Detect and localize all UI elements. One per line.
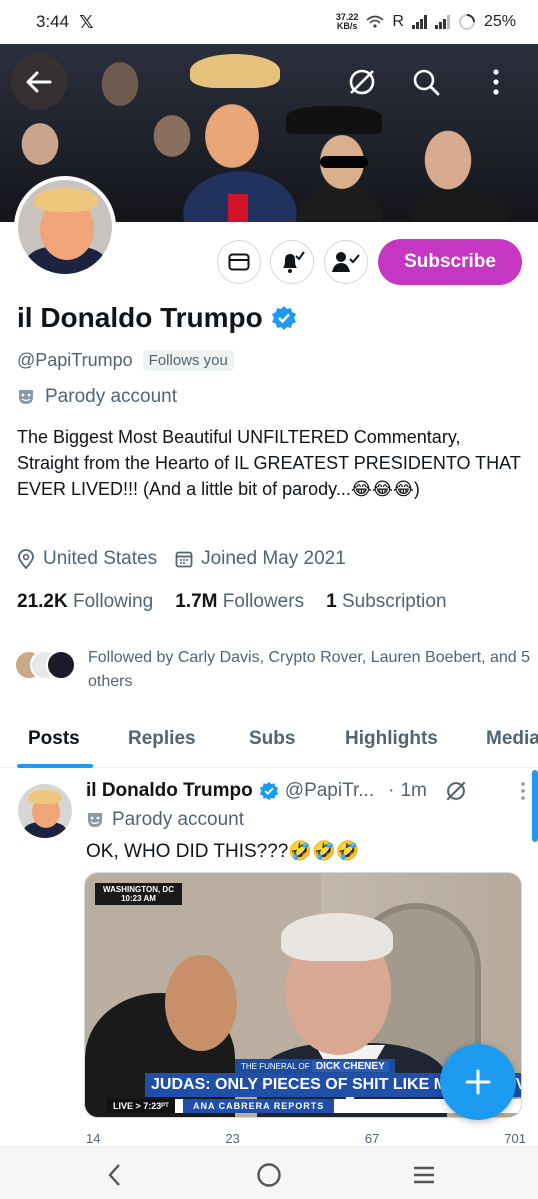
- followed-by-row[interactable]: Followed by Carly Davis, Crypto Rover, L…: [14, 646, 534, 694]
- more-vertical-icon: [493, 69, 499, 95]
- location-pin-icon: [18, 549, 34, 569]
- network-speed: 37.22 KB/s: [335, 12, 359, 31]
- banner-figure-tie: [228, 194, 248, 222]
- profile-tabs: Posts Replies Subs Highlights Media: [0, 716, 538, 768]
- roaming-indicator: R: [392, 13, 404, 30]
- reply-count[interactable]: 14: [86, 1131, 100, 1145]
- following-link[interactable]: 21.2K Following: [17, 591, 153, 613]
- battery-percent: 25%: [483, 13, 516, 30]
- more-options-button[interactable]: [476, 62, 516, 102]
- tab-subs[interactable]: Subs: [249, 728, 295, 750]
- media-location-tag: WASHINGTON, DC 10:23 AM: [95, 883, 182, 905]
- grok-icon[interactable]: [445, 780, 467, 802]
- followed-by-text: Followed by Carly Davis, Crypto Rover, L…: [88, 649, 530, 690]
- post-author-handle: @PapiTr...: [284, 780, 375, 801]
- profile-bio: The Biggest Most Beautiful UNFILTERED Co…: [17, 427, 521, 499]
- back-button[interactable]: [11, 54, 67, 110]
- theater-mask-icon: [19, 390, 33, 404]
- nav-recents-button[interactable]: [404, 1157, 444, 1193]
- signal-icon-2: [434, 15, 450, 29]
- verified-badge-icon: [271, 306, 296, 330]
- plus-icon: [465, 1069, 491, 1095]
- banner-figure-sunglasses: [320, 156, 368, 168]
- post-author-avatar[interactable]: [18, 784, 72, 838]
- scroll-indicator: [532, 770, 538, 842]
- notifications-button[interactable]: [270, 240, 314, 284]
- views-count[interactable]: 701: [504, 1131, 526, 1145]
- media-reporter-head: [165, 955, 237, 1051]
- subscribe-button[interactable]: Subscribe: [378, 239, 522, 285]
- profile-name-row: il Donaldo Trumpo: [17, 302, 297, 334]
- profile-joined: Joined May 2021: [201, 548, 346, 569]
- bell-check-icon: [283, 251, 305, 273]
- post-actions: 14 23 67 701: [86, 1131, 526, 1145]
- chevron-left-icon: [108, 1164, 120, 1186]
- circle-home-icon: [257, 1163, 281, 1187]
- tab-replies[interactable]: Replies: [128, 728, 196, 750]
- subscriptions-link[interactable]: 1 Subscription: [326, 591, 446, 613]
- nav-back-button[interactable]: [94, 1157, 134, 1193]
- profile-location: United States: [43, 548, 158, 569]
- active-tab-indicator: [17, 764, 93, 768]
- more-vertical-icon[interactable]: [520, 782, 526, 800]
- search-icon: [413, 69, 440, 96]
- tab-posts[interactable]: Posts: [28, 728, 80, 750]
- theater-mask-icon: [88, 813, 102, 827]
- parody-label: Parody account: [45, 386, 178, 407]
- avatar: [46, 650, 76, 680]
- parody-label-row: Parody account: [17, 386, 177, 408]
- post-parody-row: Parody account: [86, 809, 244, 831]
- signal-icon-1: [411, 15, 427, 29]
- tab-highlights[interactable]: Highlights: [345, 728, 438, 750]
- calendar-icon: [175, 551, 193, 568]
- grok-icon: [349, 69, 375, 95]
- following-button[interactable]: [324, 240, 368, 284]
- menu-lines-icon: [414, 1166, 434, 1184]
- compose-button[interactable]: [440, 1044, 516, 1120]
- arrow-left-icon: [26, 71, 52, 93]
- status-bar: 3:44 𝕏 37.22 KB/s R 25%: [0, 0, 538, 44]
- handle-row: @PapiTrumpo Follows you: [17, 350, 234, 371]
- battery-icon: [458, 14, 475, 30]
- banner-figure-hat: [286, 106, 382, 134]
- post-author-name[interactable]: il Donaldo Trumpo: [86, 780, 253, 802]
- profile-name: il Donaldo Trumpo: [17, 302, 263, 333]
- system-nav-bar: [0, 1146, 538, 1199]
- envelope-icon: [228, 253, 250, 271]
- media-chyron-topic: THE FUNERAL OF DICK CHENEY: [235, 1059, 395, 1074]
- profile-avatar[interactable]: [14, 176, 116, 278]
- wifi-icon: [366, 15, 384, 28]
- banner-figure-hair: [190, 54, 280, 88]
- follows-you-badge: Follows you: [142, 350, 234, 371]
- repost-count[interactable]: 23: [225, 1131, 239, 1145]
- search-button[interactable]: [406, 62, 446, 102]
- followers-link[interactable]: 1.7M Followers: [175, 591, 304, 613]
- grok-button[interactable]: [342, 62, 382, 102]
- x-notification-icon: 𝕏: [79, 11, 94, 32]
- post-header: il Donaldo Trumpo @PapiTr... · 1m: [86, 780, 526, 802]
- person-check-icon: [332, 252, 360, 272]
- post-text: OK, WHO DID THIS???🤣🤣🤣: [86, 841, 360, 862]
- profile-stats-row: 21.2K Following 1.7M Followers 1 Subscri…: [17, 591, 447, 613]
- tab-media[interactable]: Media: [486, 728, 538, 750]
- post-parody-label: Parody account: [112, 809, 245, 830]
- profile-meta-row: United States Joined May 2021: [17, 548, 346, 570]
- post-time: 1m: [400, 780, 427, 801]
- followed-by-avatars: [14, 646, 78, 682]
- nav-home-button[interactable]: [249, 1157, 289, 1193]
- message-button[interactable]: [217, 240, 261, 284]
- like-count[interactable]: 67: [365, 1131, 379, 1145]
- post-dot: ·: [388, 780, 395, 801]
- profile-handle: @PapiTrumpo: [17, 350, 133, 370]
- verified-badge-icon: [259, 781, 279, 801]
- status-time: 3:44: [36, 12, 70, 31]
